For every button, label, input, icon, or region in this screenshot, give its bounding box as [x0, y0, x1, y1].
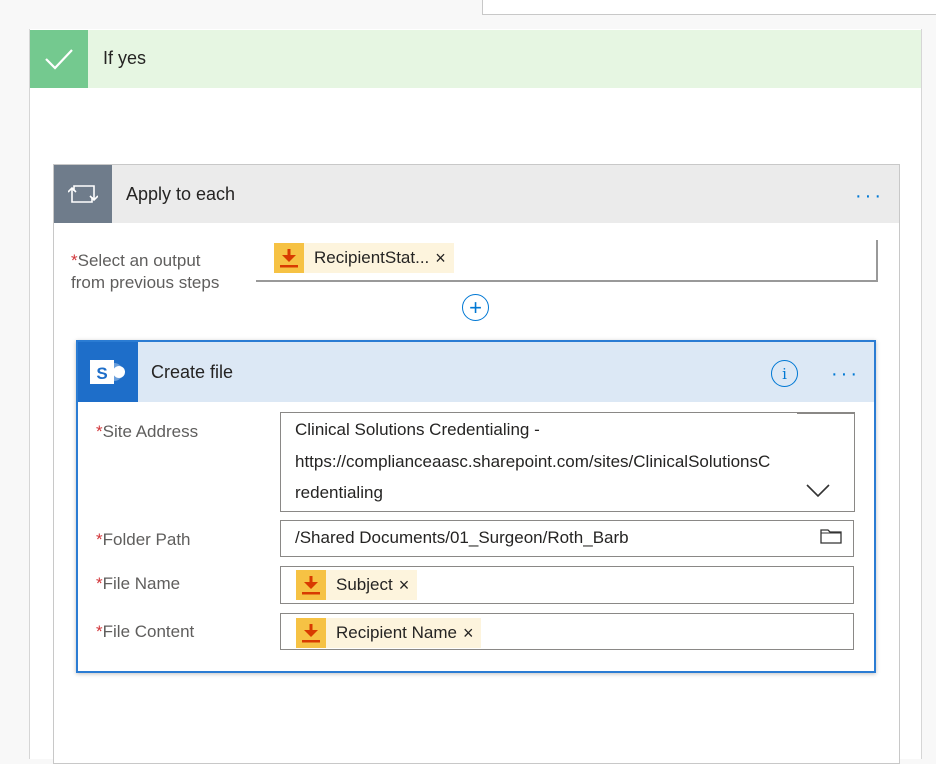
required-mark: *: [96, 530, 103, 549]
required-mark: *: [96, 622, 103, 641]
token-label: Subject: [336, 575, 393, 594]
info-icon-glyph: i: [782, 364, 787, 383]
sharepoint-icon: S: [78, 342, 138, 402]
site-address-label: *Site Address: [96, 421, 198, 443]
folder-path-label: *Folder Path: [96, 529, 191, 551]
select-output-label-line2: from previous steps: [71, 273, 220, 292]
add-action-button[interactable]: +: [462, 294, 489, 321]
create-file-title: Create file: [151, 362, 234, 382]
file-name-label-text: File Name: [102, 574, 181, 593]
apply-to-each-more-button[interactable]: ···: [855, 186, 884, 206]
required-mark: *: [71, 251, 78, 270]
token-remove-button[interactable]: ×: [463, 623, 482, 644]
recipient-name-token[interactable]: Recipient Name ×: [296, 618, 482, 648]
required-mark: *: [96, 574, 103, 593]
required-mark: *: [96, 422, 103, 441]
token-label: Recipient Name: [336, 623, 457, 642]
folder-path-value: /Shared Documents/01_Surgeon/Roth_Barb: [295, 528, 629, 547]
loop-icon: [54, 165, 112, 223]
site-address-top-border-left: [280, 412, 798, 413]
folder-icon[interactable]: [820, 528, 842, 549]
download-icon: [296, 618, 326, 648]
site-address-line1: Clinical Solutions Credentialing -: [295, 420, 540, 439]
file-name-label: *File Name: [96, 573, 180, 595]
apply-to-each-title: Apply to each: [126, 184, 236, 204]
previous-card-fragment: [482, 0, 936, 15]
recipient-status-token[interactable]: RecipientStat... ×: [274, 243, 454, 273]
select-output-label: *Select an output from previous steps: [71, 250, 219, 294]
chevron-down-icon[interactable]: [806, 484, 830, 503]
site-address-label-text: Site Address: [102, 422, 199, 441]
add-icon: +: [469, 294, 482, 320]
create-file-more-button[interactable]: ···: [831, 364, 860, 384]
folder-path-label-text: Folder Path: [102, 530, 191, 549]
checkmark-icon: [30, 30, 88, 88]
file-content-label-text: File Content: [102, 622, 195, 641]
token-label: RecipientStat...: [314, 248, 430, 267]
download-icon: [296, 570, 326, 600]
if-yes-label: If yes: [103, 48, 147, 68]
select-output-label-line1: Select an output: [77, 251, 201, 270]
site-address-line2: https://complianceaasc.sharepoint.com/si…: [295, 451, 771, 471]
token-remove-button[interactable]: ×: [435, 248, 454, 269]
info-icon[interactable]: i: [771, 360, 798, 387]
site-address-top-border-right: [797, 412, 855, 414]
subject-token[interactable]: Subject ×: [296, 570, 418, 600]
site-address-line3: redentialing: [295, 483, 383, 502]
svg-text:S: S: [96, 364, 107, 383]
download-icon: [274, 243, 304, 273]
token-remove-button[interactable]: ×: [399, 575, 418, 596]
if-yes-header[interactable]: [30, 30, 921, 88]
site-address-value: Clinical Solutions Credentialing - https…: [295, 414, 770, 509]
file-content-label: *File Content: [96, 621, 194, 643]
